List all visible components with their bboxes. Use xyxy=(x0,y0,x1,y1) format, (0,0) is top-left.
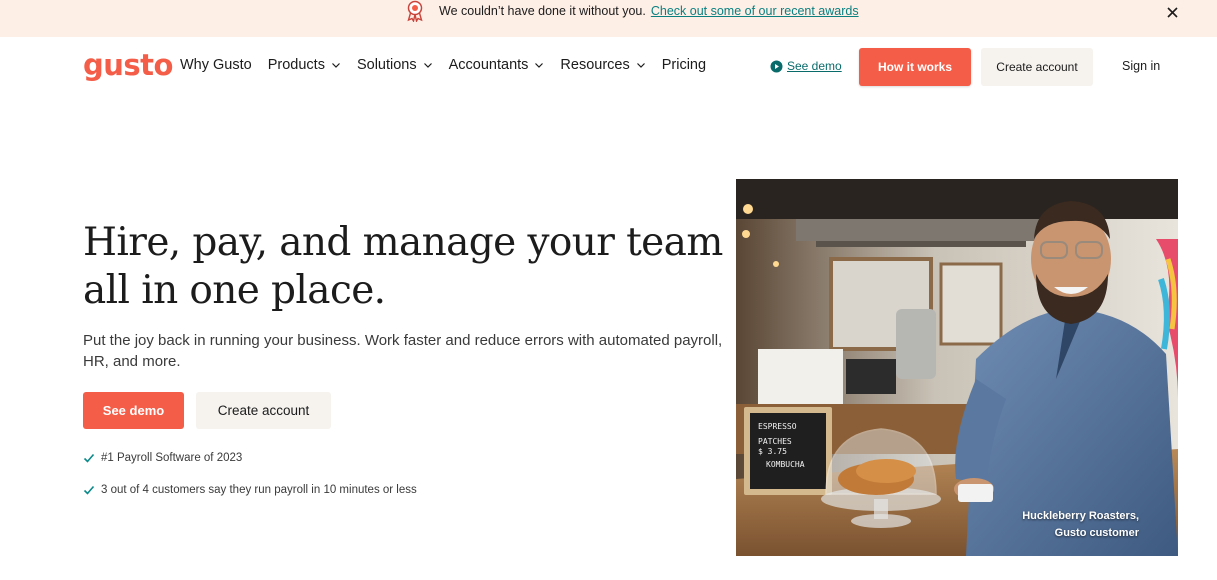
banner-content: We couldn’t have done it without you. Ch… xyxy=(405,0,859,22)
check-item-text: 3 out of 4 customers say they run payrol… xyxy=(101,484,417,496)
main-nav: gusto Why Gusto Products Solutions Accou… xyxy=(0,37,1217,97)
nav-item-why-gusto[interactable]: Why Gusto xyxy=(180,57,252,73)
nav-item-accountants[interactable]: Accountants xyxy=(449,57,545,73)
sign-line: PATCHES xyxy=(758,437,792,446)
checkmark-icon xyxy=(83,484,95,496)
play-circle-icon xyxy=(770,60,783,73)
announcement-banner: We couldn’t have done it without you. Ch… xyxy=(0,0,1217,37)
see-demo-label: See demo xyxy=(787,59,842,73)
hero-photo: ESPRESSO PATCHES $ 3.75 KOMBUCHA Huckleb… xyxy=(736,179,1178,556)
nav-item-pricing[interactable]: Pricing xyxy=(662,57,706,73)
nav-item-label: Solutions xyxy=(356,57,417,73)
see-demo-button[interactable]: See demo xyxy=(83,392,184,429)
check-item-text: #1 Payroll Software of 2023 xyxy=(101,452,243,464)
see-demo-link[interactable]: See demo xyxy=(770,59,842,73)
sign-line: ESPRESSO xyxy=(758,422,797,431)
chevron-down-icon xyxy=(331,60,341,70)
chevron-down-icon xyxy=(636,60,646,70)
check-item: #1 Payroll Software of 2023 xyxy=(83,452,242,464)
check-item: 3 out of 4 customers say they run payrol… xyxy=(83,484,417,496)
nav-item-resources[interactable]: Resources xyxy=(560,57,645,73)
chevron-down-icon xyxy=(534,60,544,70)
awards-link[interactable]: Check out some of our recent awards xyxy=(651,4,859,18)
sign-in-link[interactable]: Sign in xyxy=(1122,59,1160,73)
checkmark-icon xyxy=(83,452,95,464)
nav-item-label: Resources xyxy=(560,57,630,73)
gusto-logo[interactable]: gusto xyxy=(83,48,173,82)
banner-text: We couldn’t have done it without you. xyxy=(439,4,646,18)
create-account-button-nav[interactable]: Create account xyxy=(981,48,1093,86)
nav-item-label: Why Gusto xyxy=(180,57,252,73)
caption-line: Gusto customer xyxy=(1054,527,1139,539)
nav-item-label: Pricing xyxy=(661,57,707,73)
award-ribbon-icon xyxy=(405,0,425,22)
nav-item-label: Accountants xyxy=(448,57,529,73)
cafe-scene-illustration: ESPRESSO PATCHES $ 3.75 KOMBUCHA xyxy=(736,179,1178,556)
sign-line: $ 3.75 xyxy=(758,447,787,456)
nav-item-products[interactable]: Products xyxy=(268,57,341,73)
sign-line: KOMBUCHA xyxy=(766,460,805,469)
nav-item-solutions[interactable]: Solutions xyxy=(357,57,433,73)
photo-caption: Huckleberry Roasters, Gusto customer xyxy=(1022,508,1139,542)
create-account-button[interactable]: Create account xyxy=(196,392,331,429)
hero-title: Hire, pay, and manage your team all in o… xyxy=(83,220,723,313)
nav-item-label: Products xyxy=(267,57,325,73)
how-it-works-button[interactable]: How it works xyxy=(859,48,971,86)
close-icon[interactable] xyxy=(1164,4,1180,20)
chevron-down-icon xyxy=(423,60,433,70)
nav-links: Why Gusto Products Solutions Accountants… xyxy=(180,57,722,73)
hero-subtitle: Put the joy back in running your busines… xyxy=(83,332,723,370)
caption-line: Huckleberry Roasters, xyxy=(1022,510,1139,522)
